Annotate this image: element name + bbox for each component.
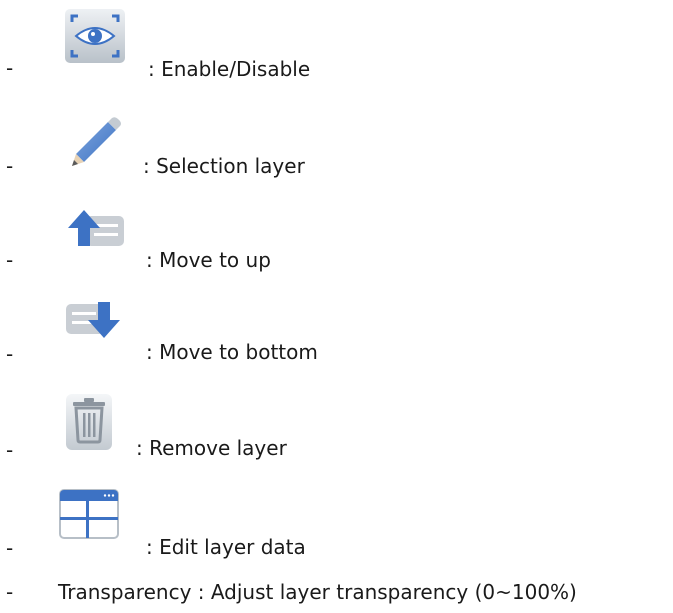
- legend-label: : Selection layer: [143, 154, 305, 178]
- trash-icon: [62, 392, 128, 458]
- legend-label: : Move to bottom: [146, 340, 318, 364]
- legend-item-selection-layer: - : Selection layer: [0, 98, 673, 178]
- bullet-dash: -: [6, 342, 14, 366]
- legend-item-edit-layer-data: - : Edit layer data: [0, 484, 673, 564]
- transparency-description: Transparency : Adjust layer transparency…: [58, 580, 577, 604]
- pencil-icon: [62, 110, 128, 176]
- legend-label: : Move to up: [146, 248, 271, 272]
- bullet-dash: -: [6, 580, 14, 604]
- legend-item-enable-disable: - : Enable/Disable: [0, 0, 673, 81]
- bullet-dash: -: [6, 248, 14, 272]
- bullet-dash: -: [6, 536, 14, 560]
- legend-item-transparency: - Transparency : Adjust layer transparen…: [0, 577, 673, 609]
- legend-item-move-bottom: - : Move to bottom: [0, 292, 673, 372]
- bullet-dash: -: [6, 438, 14, 462]
- bullet-dash: -: [6, 154, 14, 178]
- bullet-dash: -: [6, 56, 14, 80]
- move-down-arrow-icon: [62, 292, 128, 358]
- legend-label: : Remove layer: [136, 436, 287, 460]
- legend-item-remove-layer: - : Remove layer: [0, 388, 673, 468]
- table-grid-icon: [58, 488, 124, 554]
- eye-focus-icon: [62, 6, 128, 72]
- legend-label: : Enable/Disable: [148, 57, 311, 81]
- legend-item-move-up: - : Move to up: [0, 196, 673, 276]
- move-up-arrow-icon: [64, 202, 130, 268]
- legend-label: : Edit layer data: [146, 535, 306, 559]
